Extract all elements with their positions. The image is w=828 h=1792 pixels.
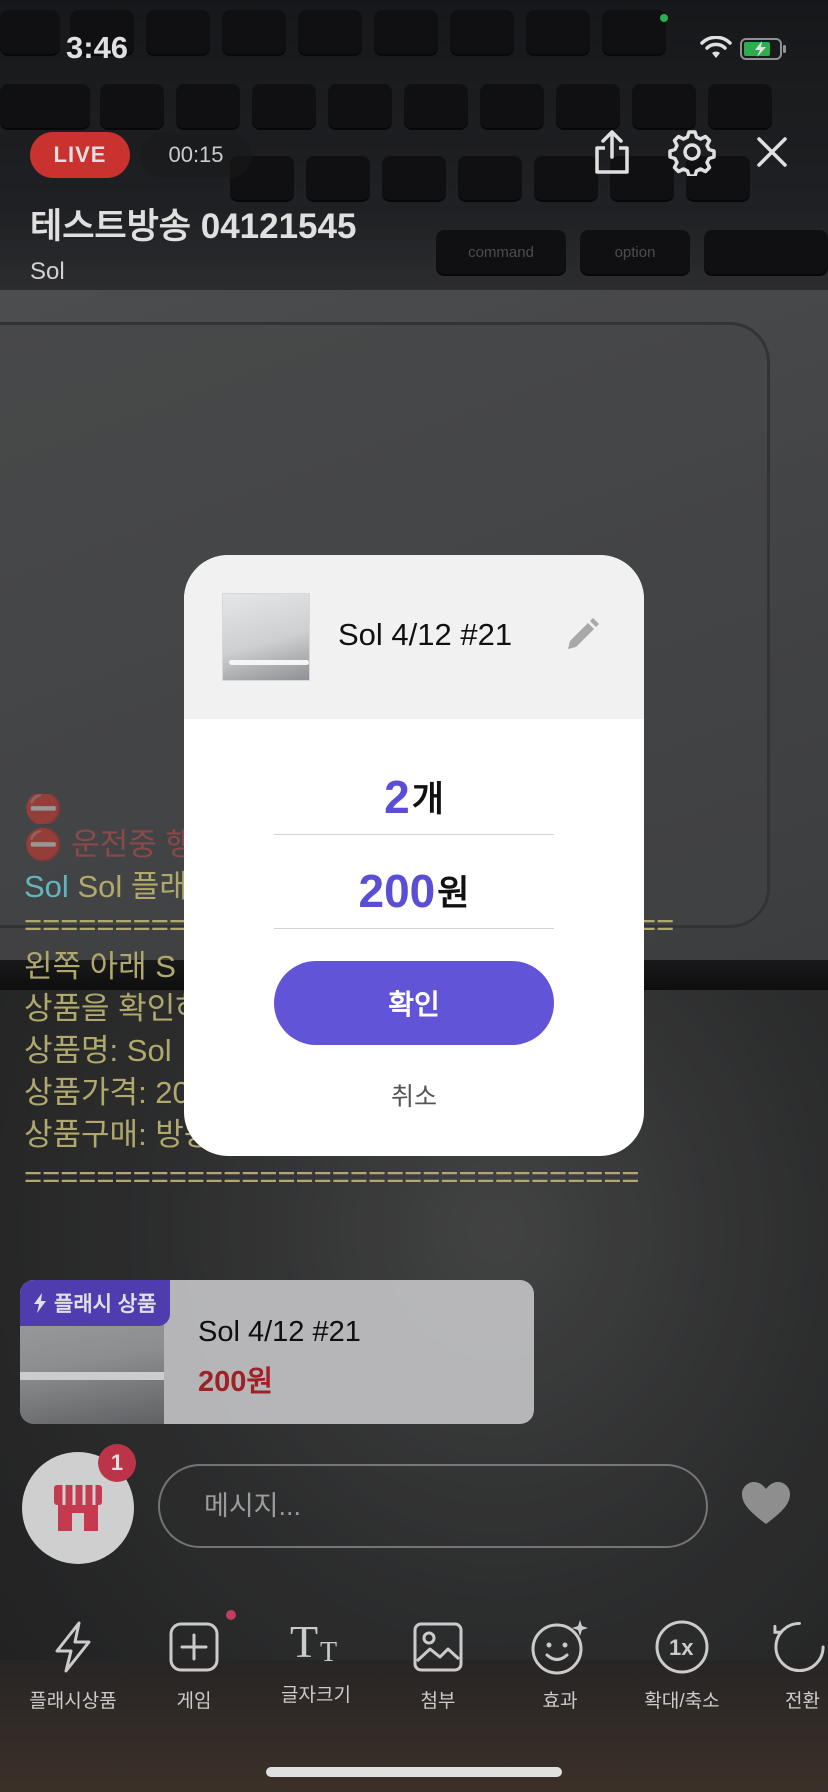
quantity-field[interactable]: 2 개 bbox=[274, 751, 554, 835]
price-edit-dialog: Sol 4/12 #21 2 개 200 원 확인 취소 bbox=[184, 555, 644, 1156]
pencil-icon[interactable] bbox=[562, 615, 602, 660]
cancel-button[interactable]: 취소 bbox=[314, 1067, 514, 1123]
quantity-value[interactable]: 2 bbox=[384, 774, 410, 820]
price-field[interactable]: 200 원 bbox=[274, 845, 554, 929]
price-value[interactable]: 200 bbox=[359, 868, 436, 914]
confirm-button[interactable]: 확인 bbox=[274, 961, 554, 1045]
quantity-unit: 개 bbox=[411, 780, 444, 819]
dialog-header: Sol 4/12 #21 bbox=[184, 555, 644, 719]
dialog-product-name: Sol 4/12 #21 bbox=[338, 617, 513, 652]
price-unit: 원 bbox=[437, 874, 470, 913]
product-thumbnail bbox=[222, 593, 310, 681]
